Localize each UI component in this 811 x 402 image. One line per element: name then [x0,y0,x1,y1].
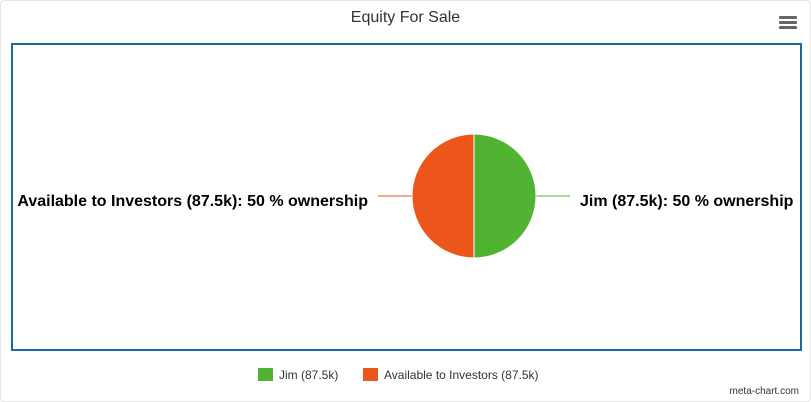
pie-slice-available-to-investors[interactable] [411,133,475,259]
data-label-available-to-investors: Available to Investors (87.5k): 50 % own… [17,193,368,210]
legend: Jim (87.5k) Available to Investors (87.5… [0,367,811,383]
legend-swatch-available-to-investors [363,368,378,381]
legend-swatch-jim [258,368,273,381]
pie-chart: Jim (87.5k): 50 % ownership Available to … [17,133,794,259]
legend-label-available-to-investors: Available to Investors (87.5k) [384,368,539,382]
legend-label-jim: Jim (87.5k) [279,368,339,382]
credit-link[interactable]: meta-chart.com [730,386,799,397]
pie-slice-jim[interactable] [473,133,537,259]
data-label-jim: Jim (87.5k): 50 % ownership [580,193,794,210]
